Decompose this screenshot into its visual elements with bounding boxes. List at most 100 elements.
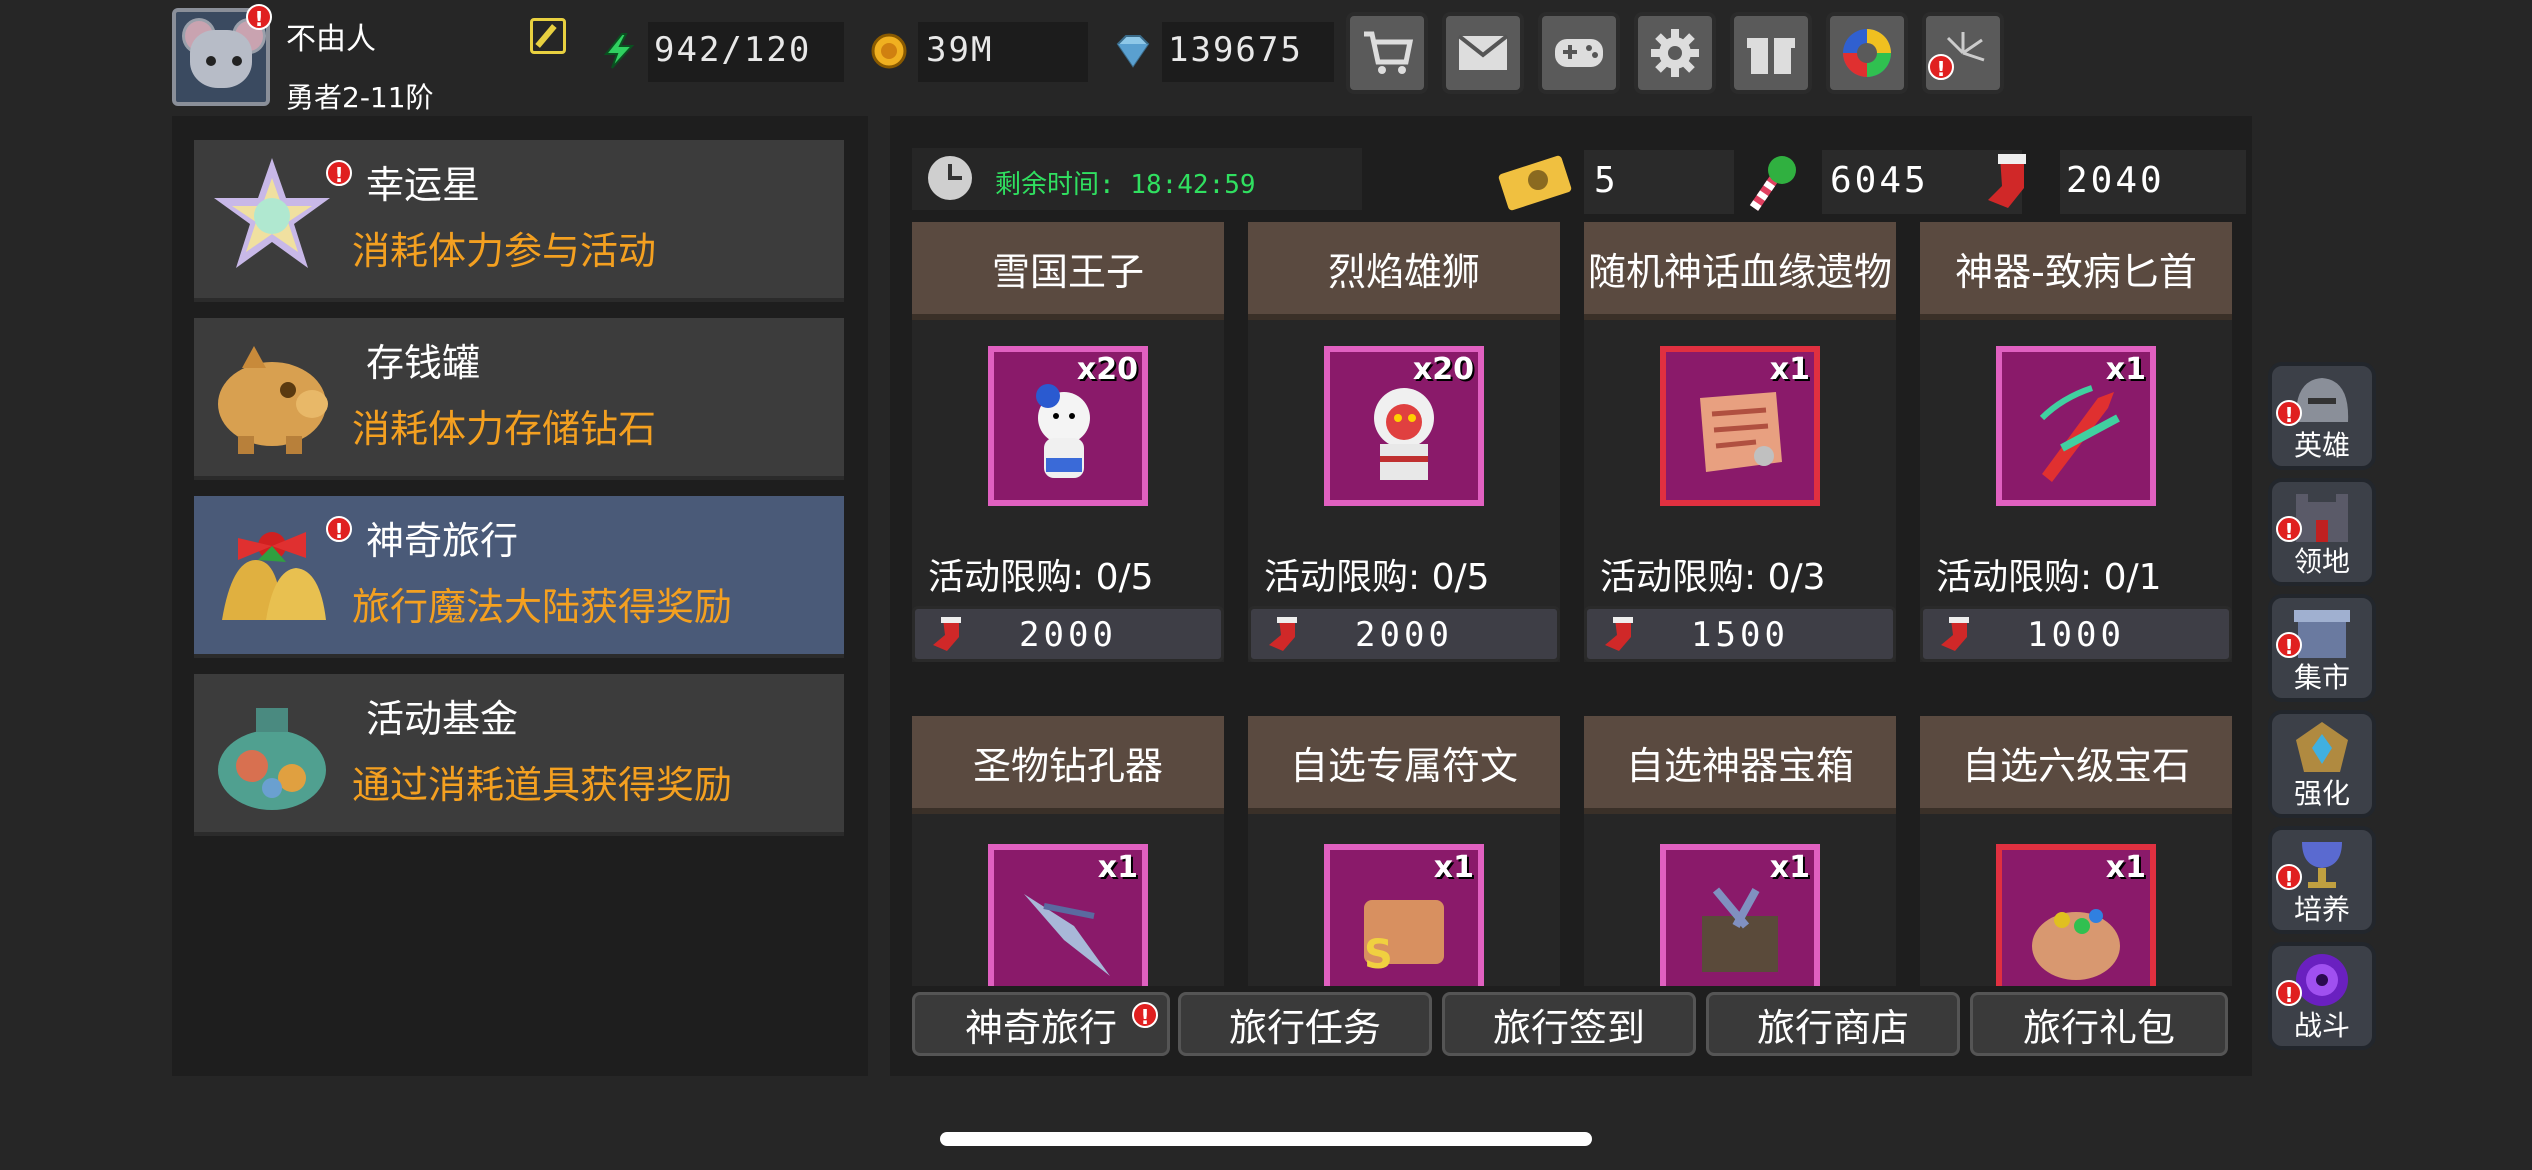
fund-bag-icon xyxy=(218,708,326,810)
item-frame: x20 xyxy=(988,346,1148,506)
activity-title: 存钱罐 xyxy=(366,341,481,385)
tab-travel-checkin[interactable]: 旅行签到 xyxy=(1442,992,1696,1056)
item-frame: x1 xyxy=(988,844,1148,986)
edit-name-icon[interactable] xyxy=(530,18,566,54)
nav-alert-icon: ! xyxy=(2276,400,2302,427)
gamepad-button[interactable] xyxy=(1538,12,1620,94)
activity-title: 活动基金 xyxy=(366,697,519,741)
cart-icon xyxy=(1364,31,1414,74)
item-frame: S x1 xyxy=(1324,844,1484,986)
nav-label: 强化 xyxy=(2293,777,2350,810)
firework-button[interactable] xyxy=(1922,12,2004,94)
price-value: 1500 xyxy=(1691,615,1789,655)
item-count: x1 xyxy=(2105,352,2146,387)
activity-fund[interactable]: 活动基金 通过消耗道具获得奖励 xyxy=(194,674,844,836)
color-wheel-icon xyxy=(1843,29,1891,77)
tab-label: 神奇旅行 xyxy=(964,1005,1117,1050)
item-frame: x1 xyxy=(1996,346,2156,506)
item-frame: x1 xyxy=(1660,844,1820,986)
ticket-icon xyxy=(1498,155,1572,211)
gem-icon xyxy=(1116,35,1150,68)
item-frame: x20 xyxy=(1324,346,1484,506)
player-name: 不由人 xyxy=(286,22,376,57)
shop-item-card[interactable]: 烈焰雄狮 x20 活动限购: 0/5 2000 xyxy=(1248,222,1560,662)
lucky-star-icon xyxy=(214,158,330,268)
nav-market[interactable]: 集市 ! xyxy=(2268,594,2376,702)
gift-icon xyxy=(1747,38,1795,74)
price-button[interactable]: 2000 xyxy=(912,606,1224,662)
price-value: 2000 xyxy=(1019,615,1117,655)
gift-button[interactable] xyxy=(1730,12,1812,94)
shop-item-card[interactable]: 自选专属符文 S x1 xyxy=(1248,716,1560,986)
remaining-time: 剩余时间: 18:42:59 xyxy=(995,170,1256,200)
nav-enhance[interactable]: 强化 xyxy=(2268,710,2376,818)
tab-magic-travel[interactable]: 神奇旅行 xyxy=(912,992,1170,1056)
activity-desc: 消耗体力存储钻石 xyxy=(352,407,657,451)
activity-title: 幸运星 xyxy=(366,163,481,207)
nav-hero[interactable]: 英雄 ! xyxy=(2268,362,2376,470)
rune-chest-icon: S xyxy=(1364,900,1444,978)
item-name: 圣物钻孔器 xyxy=(912,716,1224,814)
nav-label: 领地 xyxy=(2293,545,2350,578)
nav-label: 集市 xyxy=(2293,661,2350,694)
drill-icon xyxy=(1024,894,1110,976)
shop-item-card[interactable]: 圣物钻孔器 x1 xyxy=(912,716,1224,986)
activity-desc: 旅行魔法大陆获得奖励 xyxy=(352,585,733,629)
gamepad-icon xyxy=(1555,39,1603,67)
home-indicator[interactable] xyxy=(940,1132,1592,1146)
mail-button[interactable] xyxy=(1442,12,1524,94)
tab-label: 旅行任务 xyxy=(1228,1005,1381,1050)
magic-travel-alert-icon: ! xyxy=(326,516,352,543)
tab-label: 旅行商店 xyxy=(1756,1005,1909,1050)
price-button[interactable]: 1500 xyxy=(1584,606,1896,662)
tab-travel-pack[interactable]: 旅行礼包 xyxy=(1970,992,2228,1056)
tab-label: 旅行礼包 xyxy=(2022,1005,2175,1050)
nav-cultivate[interactable]: 培养 ! xyxy=(2268,826,2376,934)
artifact-chest-icon xyxy=(1702,887,1778,972)
purchase-limit: 活动限购: 0/1 xyxy=(1936,557,2162,598)
price-button[interactable]: 1000 xyxy=(1920,606,2232,662)
activity-desc: 消耗体力参与活动 xyxy=(352,229,657,273)
item-count: x1 xyxy=(1769,352,1810,387)
activity-title: 神奇旅行 xyxy=(366,519,519,563)
shop-item-card[interactable]: 随机神话血缘遗物 x1 活动限购: 0/3 1500 xyxy=(1584,222,1896,662)
price-button[interactable]: 2000 xyxy=(1248,606,1560,662)
shop-item-card[interactable]: 自选神器宝箱 x1 xyxy=(1584,716,1896,986)
shop-cart-button[interactable] xyxy=(1346,12,1428,94)
item-name: 自选六级宝石 xyxy=(1920,716,2232,814)
item-count: x1 xyxy=(1769,850,1810,885)
candy-count: 6045 xyxy=(1830,160,1929,201)
item-name: 烈焰雄狮 xyxy=(1248,222,1560,320)
nav-battle[interactable]: 战斗 ! xyxy=(2268,942,2376,1050)
tab-label: 旅行签到 xyxy=(1492,1005,1645,1050)
price-value: 2000 xyxy=(1355,615,1453,655)
shop-item-card[interactable]: 神器-致病匕首 x1 活动限购: 0/1 1000 xyxy=(1920,222,2232,662)
item-count: x20 xyxy=(1412,352,1474,387)
fire-lion-icon xyxy=(1374,388,1434,480)
tab-travel-tasks[interactable]: 旅行任务 xyxy=(1178,992,1432,1056)
item-name: 神器-致病匕首 xyxy=(1920,222,2232,320)
nav-label: 培养 xyxy=(2293,893,2350,926)
stocking-count: 2040 xyxy=(2066,160,2165,201)
shop-item-card[interactable]: 自选六级宝石 x1 xyxy=(1920,716,2232,986)
nav-alert-icon: ! xyxy=(2276,632,2302,659)
item-count: x20 xyxy=(1076,352,1138,387)
crest-icon xyxy=(2296,722,2348,772)
nav-territory[interactable]: 领地 ! xyxy=(2268,478,2376,586)
tab-travel-shop[interactable]: 旅行商店 xyxy=(1706,992,1960,1056)
color-wheel-button[interactable] xyxy=(1826,12,1908,94)
avatar-alert-icon: ! xyxy=(246,4,272,31)
candy-icon xyxy=(1749,156,1796,211)
shop-item-card[interactable]: 雪国王子 x20 活动限购: 0/5 2000 xyxy=(912,222,1224,662)
activity-magic-travel[interactable]: ! 神奇旅行 旅行魔法大陆获得奖励 xyxy=(194,496,844,658)
item-frame: x1 xyxy=(1996,844,2156,986)
activity-piggy-bank[interactable]: 存钱罐 消耗体力存储钻石 xyxy=(194,318,844,480)
item-count: x1 xyxy=(1433,850,1474,885)
activity-desc: 通过消耗道具获得奖励 xyxy=(352,763,733,807)
activity-lucky-star[interactable]: ! 幸运星 消耗体力参与活动 xyxy=(194,140,844,302)
bells-icon xyxy=(222,532,326,620)
purchase-limit: 活动限购: 0/5 xyxy=(928,557,1154,598)
nav-alert-icon: ! xyxy=(2276,864,2302,891)
settings-button[interactable] xyxy=(1634,12,1716,94)
clock-icon xyxy=(928,156,972,200)
